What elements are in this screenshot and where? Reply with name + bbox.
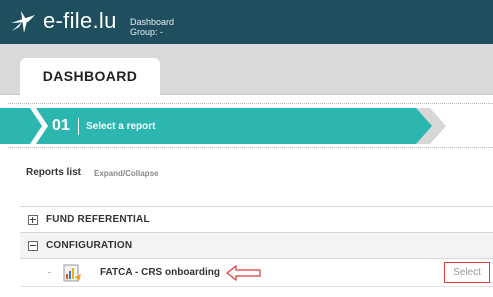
tab-dashboard-label: DASHBOARD [42, 68, 138, 84]
select-button[interactable]: Select [444, 262, 490, 283]
tab-strip: DASHBOARD [0, 44, 493, 96]
tab-dashboard[interactable]: DASHBOARD [20, 58, 160, 96]
group-label: CONFIGURATION [46, 240, 133, 251]
reports-list-title: Reports list [26, 167, 82, 178]
step-chevron-shape [0, 108, 446, 144]
step-separator [78, 118, 79, 135]
step-label: Select a report [86, 121, 156, 132]
group-row-configuration[interactable]: CONFIGURATION [20, 233, 493, 259]
app-header: e-file.lu Dashboard Group: - [0, 0, 493, 44]
group-row-fund-referential[interactable]: FUND REFERENTIAL [20, 207, 493, 233]
group-label: FUND REFERENTIAL [46, 214, 150, 225]
group-label: Group: - [130, 27, 164, 37]
brand-name[interactable]: e-file.lu [43, 8, 117, 34]
left-arrow-icon [226, 265, 261, 281]
divider [8, 103, 493, 104]
tree-connector [48, 272, 51, 273]
step-number: 01 [52, 117, 70, 134]
divider [8, 147, 493, 148]
report-chart-icon [63, 264, 81, 282]
collapse-minus-icon[interactable] [28, 241, 38, 251]
context-title: Dashboard [130, 17, 175, 27]
report-item-label: FATCA - CRS onboarding [100, 267, 220, 278]
wizard-step-bar: 01 Select a report [0, 108, 493, 145]
reports-tree: FUND REFERENTIAL CONFIGURATION FATCA - C… [20, 206, 493, 287]
report-item-fatca-crs[interactable]: FATCA - CRS onboarding Select [20, 259, 493, 287]
header-context: Dashboard Group: - [130, 17, 174, 37]
expand-plus-icon[interactable] [28, 215, 38, 225]
expand-collapse-link[interactable]: Expand/Collapse [94, 169, 158, 178]
star-logo-icon[interactable] [8, 9, 38, 35]
